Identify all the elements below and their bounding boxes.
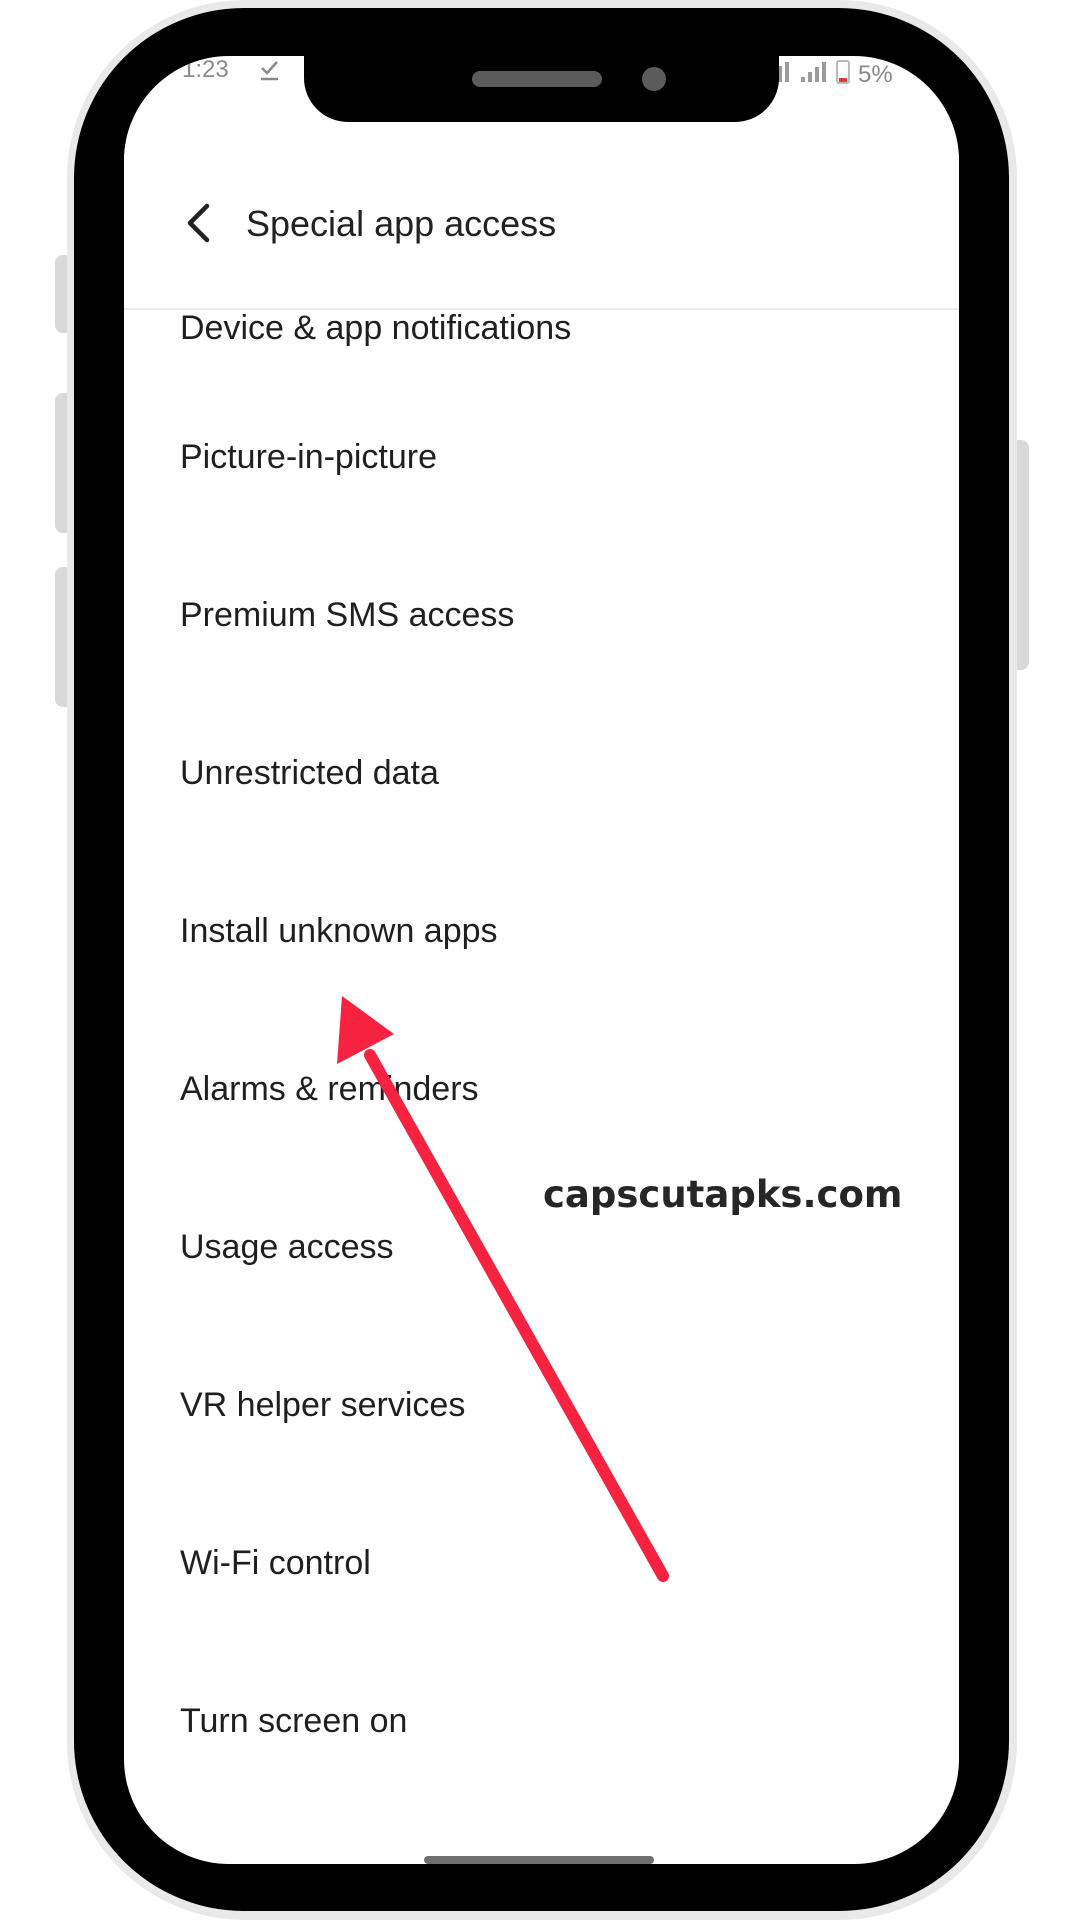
list-item-premium-sms-access[interactable]: Premium SMS access xyxy=(124,536,959,694)
front-camera xyxy=(642,67,666,91)
phone-screen: 1:23 5% Special app access Device & app … xyxy=(124,56,959,1864)
signal-strength-icon xyxy=(800,60,828,89)
list-item-picture-in-picture[interactable]: Picture-in-picture xyxy=(124,378,959,536)
battery-percent: 5% xyxy=(858,61,893,88)
list-item-install-unknown-apps[interactable]: Install unknown apps xyxy=(124,852,959,1010)
list-item-label: Install unknown apps xyxy=(180,912,498,950)
canvas: 1:23 5% Special app access Device & app … xyxy=(0,0,1080,1920)
list-item-device-app-notifications[interactable]: Device & app notifications xyxy=(124,308,959,378)
speaker-grille xyxy=(472,71,602,87)
list-item-wifi-control[interactable]: Wi-Fi control xyxy=(124,1484,959,1642)
settings-list: Device & app notifications Picture-in-pi… xyxy=(124,308,959,1800)
check-icon xyxy=(258,58,282,87)
list-item-label: Wi-Fi control xyxy=(180,1544,371,1582)
status-time: 1:23 xyxy=(182,56,229,83)
list-item-label: Alarms & reminders xyxy=(180,1070,479,1108)
list-item-label: Usage access xyxy=(180,1228,394,1266)
status-icons: 5% xyxy=(776,58,893,89)
list-item-label: Picture-in-picture xyxy=(180,438,437,476)
app-bar: Special app access xyxy=(124,122,959,310)
notch xyxy=(304,56,779,122)
list-item-turn-screen-on[interactable]: Turn screen on xyxy=(124,1642,959,1800)
list-item-unrestricted-data[interactable]: Unrestricted data xyxy=(124,694,959,852)
back-arrow-icon[interactable] xyxy=(179,200,219,246)
list-item-label: Device & app notifications xyxy=(180,309,572,347)
list-item-alarms-reminders[interactable]: Alarms & reminders xyxy=(124,1010,959,1168)
list-item-label: Turn screen on xyxy=(180,1702,408,1740)
home-indicator[interactable] xyxy=(424,1856,654,1864)
list-item-label: Unrestricted data xyxy=(180,754,439,792)
page-title: Special app access xyxy=(246,203,557,244)
list-item-label: VR helper services xyxy=(180,1386,466,1424)
watermark-text: capscutapks.com xyxy=(543,1173,903,1216)
list-item-vr-helper-services[interactable]: VR helper services xyxy=(124,1326,959,1484)
battery-icon xyxy=(836,58,850,89)
list-item-label: Premium SMS access xyxy=(180,596,515,634)
